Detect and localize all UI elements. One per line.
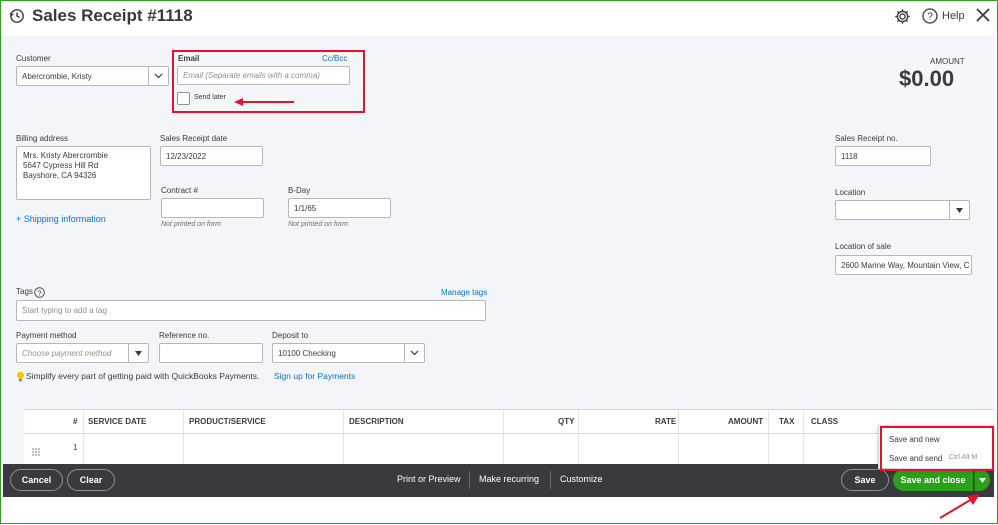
reference-label: Reference no. (159, 331, 210, 340)
column-divider (183, 410, 184, 465)
bday-field[interactable]: 1/1/65 (288, 198, 391, 218)
contract-note: Not printed on form (161, 221, 221, 228)
col-header-num: # (73, 417, 78, 426)
billing-line: Mrs. Kristy Abercrombie (23, 151, 108, 160)
col-header-class: CLASS (811, 417, 839, 426)
payment-method-select[interactable]: Choose payment method (16, 343, 149, 363)
billing-line: 5647 Cypress Hill Rd (23, 161, 99, 170)
manage-tags-link[interactable]: Manage tags (441, 288, 487, 297)
sign-up-payments-link[interactable]: Sign up for Payments (274, 371, 355, 381)
annotation-menu-box (880, 426, 994, 471)
receipt-no-field[interactable]: 1118 (835, 146, 931, 166)
chevron-down-icon[interactable] (148, 67, 168, 85)
make-recurring-button[interactable]: Make recurring (479, 474, 539, 484)
customer-value: Abercrombie, Kristy (22, 71, 92, 81)
tags-placeholder: Start typing to add a tag (22, 306, 107, 315)
save-and-close-label: Save and close (900, 475, 966, 485)
deposit-label: Deposit to (272, 331, 309, 340)
column-divider (83, 410, 84, 465)
cancel-button[interactable]: Cancel (10, 469, 63, 491)
amount-value: $0.00 (899, 66, 955, 91)
billing-label: Billing address (16, 134, 69, 143)
column-divider (578, 410, 579, 465)
help-icon[interactable]: ? (922, 8, 938, 29)
lightbulb-icon (16, 370, 25, 388)
dropdown-arrow-icon[interactable] (128, 344, 148, 362)
col-header-service-date: SERVICE DATE (88, 417, 147, 426)
line-items-table (24, 409, 994, 465)
receipt-no-value: 1118 (841, 151, 858, 161)
location-of-sale-label: Location of sale (835, 242, 892, 251)
receipt-no-label: Sales Receipt no. (835, 134, 898, 143)
col-header-rate: RATE (655, 417, 677, 426)
reference-field[interactable] (159, 343, 263, 363)
print-preview-button[interactable]: Print or Preview (397, 474, 461, 484)
clear-button[interactable]: Clear (67, 469, 115, 491)
bday-value: 1/1/65 (294, 203, 317, 213)
ccbcc-link[interactable]: Cc/Bcc (322, 54, 347, 63)
gear-icon[interactable] (894, 8, 911, 30)
help-label[interactable]: Help (942, 10, 965, 22)
payment-method-placeholder: Choose payment method (22, 348, 112, 358)
column-divider (768, 410, 769, 465)
caret-down-icon (979, 477, 986, 483)
chevron-down-icon[interactable] (404, 344, 424, 362)
history-icon[interactable] (9, 8, 25, 29)
col-header-amount: AMOUNT (728, 417, 764, 426)
drag-handle-icon[interactable] (32, 443, 40, 461)
customer-select[interactable]: Abercrombie, Kristy (16, 66, 169, 86)
col-header-product-service: PRODUCT/SERVICE (189, 417, 266, 426)
column-divider (678, 410, 679, 465)
customer-label: Customer (16, 54, 51, 63)
receipt-date-field[interactable]: 12/23/2022 (160, 146, 263, 166)
dropdown-arrow-icon[interactable] (949, 201, 969, 219)
col-header-qty: QTY (558, 417, 575, 426)
tags-input[interactable]: Start typing to add a tag (16, 300, 486, 321)
col-header-tax: TAX (779, 417, 795, 426)
amount-label: AMOUNT (930, 57, 965, 66)
page-title: Sales Receipt #1118 (32, 6, 193, 25)
send-later-label: Send later (194, 94, 226, 101)
column-divider (503, 410, 504, 465)
bday-note: Not printed on form (288, 221, 348, 228)
column-divider (803, 410, 804, 465)
email-label: Email (178, 54, 200, 63)
billing-address-field[interactable]: Mrs. Kristy Abercrombie 5647 Cypress Hil… (16, 146, 151, 200)
row-number: 1 (73, 443, 78, 452)
footer-separator (550, 471, 551, 489)
location-label: Location (835, 188, 866, 197)
location-of-sale-value: 2600 Marine Way, Mountain View, C (841, 260, 970, 270)
table-row[interactable] (24, 434, 994, 465)
svg-text:?: ? (927, 12, 933, 23)
col-header-description: DESCRIPTION (349, 417, 404, 426)
customize-button[interactable]: Customize (560, 474, 603, 484)
close-icon[interactable] (975, 7, 991, 28)
shipping-information-link[interactable]: + Shipping information (16, 214, 106, 224)
deposit-value: 10100 Checking (278, 348, 336, 358)
payment-method-label: Payment method (16, 331, 77, 340)
column-divider (343, 410, 344, 465)
annotation-arrow-icon (232, 94, 296, 112)
location-of-sale-field[interactable]: 2600 Marine Way, Mountain View, C (835, 255, 972, 275)
location-select[interactable] (835, 200, 970, 220)
table-header-row (24, 410, 994, 434)
contract-label: Contract # (161, 186, 198, 195)
promo-text: Simplify every part of getting paid with… (26, 371, 260, 381)
footer-separator (469, 471, 470, 489)
email-field[interactable]: Email (Separate emails with a comma) (177, 66, 350, 85)
header-bar: Sales Receipt #1118 ? Help (0, 0, 998, 36)
bday-label: B-Day (288, 186, 311, 195)
save-and-close-button[interactable]: Save and close (893, 469, 973, 491)
tags-label: Tags (16, 287, 33, 296)
contract-field[interactable] (161, 198, 264, 218)
receipt-date-label: Sales Receipt date (160, 134, 228, 143)
send-later-checkbox[interactable] (177, 92, 190, 105)
billing-line: Bayshore, CA 94326 (23, 171, 97, 180)
receipt-date-value: 12/23/2022 (166, 151, 207, 161)
email-placeholder: Email (Separate emails with a comma) (183, 71, 320, 80)
svg-text:?: ? (37, 288, 41, 297)
deposit-select[interactable]: 10100 Checking (272, 343, 425, 363)
annotation-arrow-icon (938, 492, 982, 525)
save-button[interactable]: Save (841, 469, 889, 491)
